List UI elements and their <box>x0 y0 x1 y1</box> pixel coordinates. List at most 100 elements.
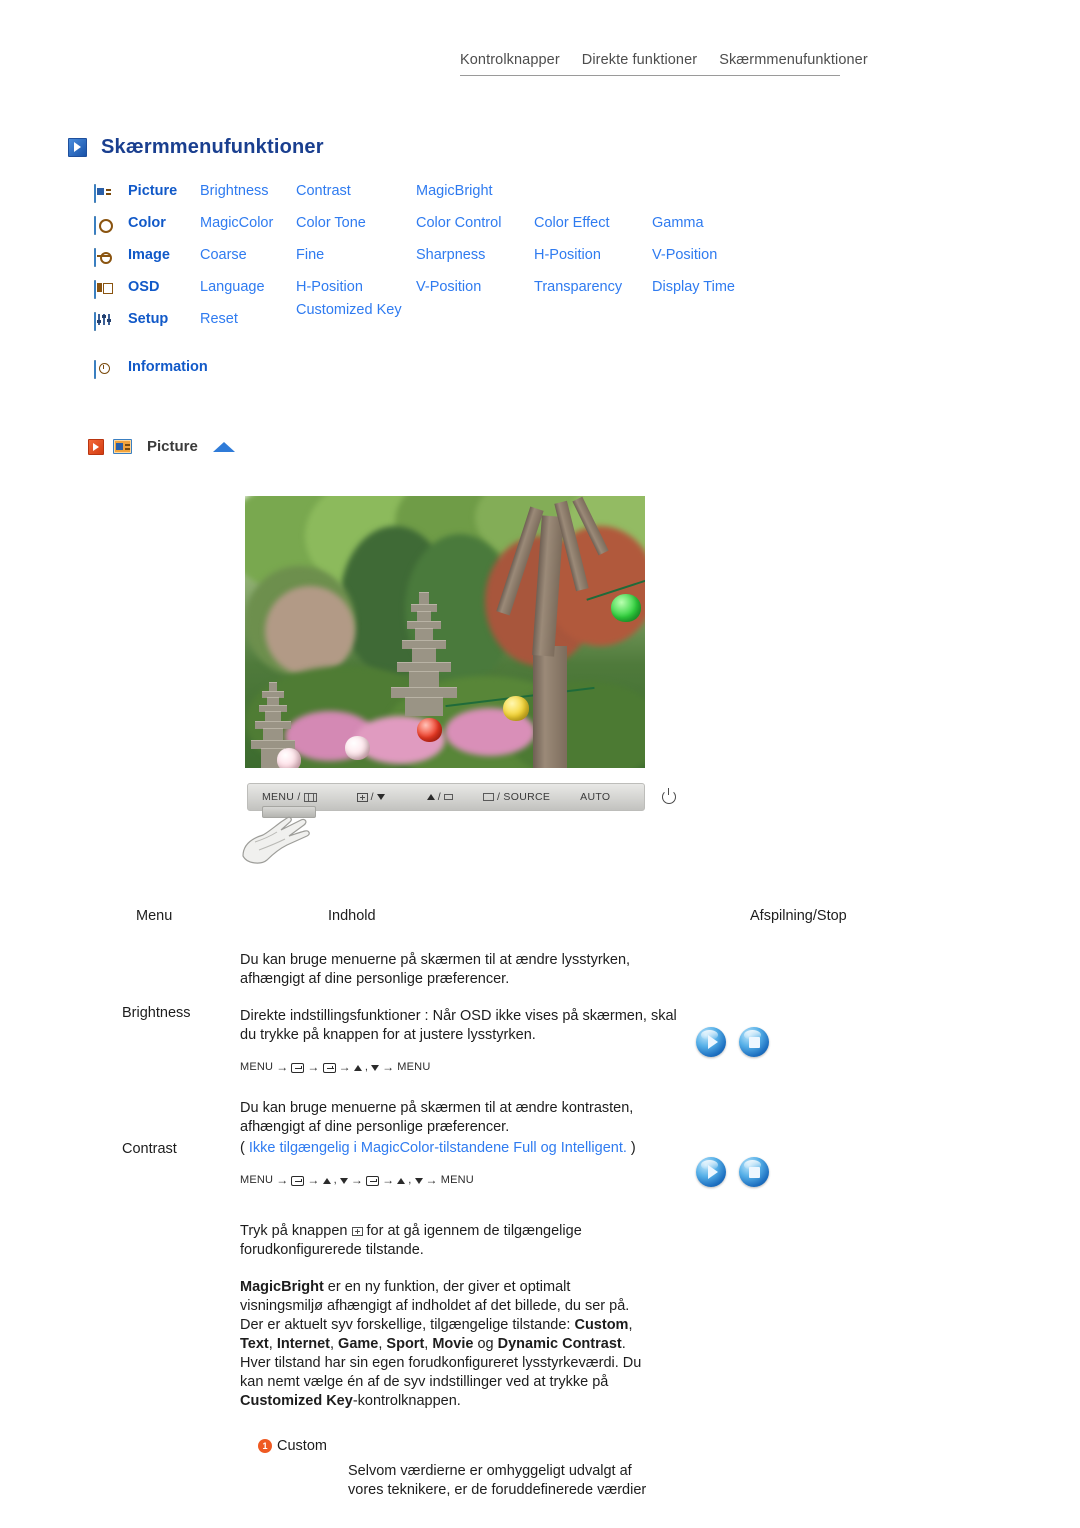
nav-item-skaermmenufunktioner[interactable]: Skærmmenufunktioner <box>719 52 868 68</box>
lantern-green <box>611 594 641 622</box>
menu-link-color-effect[interactable]: Color Effect <box>534 214 652 231</box>
contrast-play-stop-buttons <box>696 1099 836 1190</box>
image-icon <box>94 248 112 267</box>
color-icon-cell <box>94 214 128 235</box>
return-box-icon <box>483 793 494 801</box>
small-box-icon <box>444 794 453 800</box>
mode-custom: Custom <box>574 1317 629 1333</box>
hand-illustration <box>242 816 310 864</box>
menu-head-color[interactable]: Color <box>128 214 200 231</box>
brightness-play-stop-buttons <box>696 951 836 1077</box>
osd-icon-cell <box>94 278 128 299</box>
image-icon-cell <box>94 246 128 267</box>
menu-link-v-position-image[interactable]: V-Position <box>652 246 770 263</box>
setup-icon-cell <box>94 310 128 331</box>
menu-head-image[interactable]: Image <box>128 246 200 263</box>
stop-button[interactable] <box>739 1027 769 1057</box>
stop-button[interactable] <box>739 1157 769 1187</box>
red-arrow-icon <box>88 438 104 455</box>
play-button[interactable] <box>696 1157 726 1187</box>
picture-icon <box>94 184 111 203</box>
triangle-up-icon <box>322 1177 331 1184</box>
menu-head-osd[interactable]: OSD <box>128 278 200 295</box>
menu-head-setup[interactable]: Setup <box>128 310 200 327</box>
table-row-brightness: Brightness Du kan bruge menuerne på skær… <box>0 951 1080 1077</box>
brightness-paragraph-1: Du kan bruge menuerne på skærmen til at … <box>240 952 631 987</box>
menu-link-brightness[interactable]: Brightness <box>200 182 296 199</box>
menu-link-magiccolor[interactable]: MagicColor <box>200 214 296 231</box>
osd-icon <box>94 280 113 299</box>
power-button[interactable] <box>662 788 677 804</box>
picture-section-label: Picture <box>147 438 198 455</box>
menu-link-gamma[interactable]: Gamma <box>652 214 770 231</box>
power-icon <box>662 788 677 804</box>
menu-link-magicbright[interactable]: MagicBright <box>416 182 534 199</box>
brightness-paragraph-2: Direkte indstillingsfunktioner : Når OSD… <box>240 1008 677 1043</box>
menu-link-contrast[interactable]: Contrast <box>296 182 416 199</box>
information-icon <box>94 360 110 379</box>
menu-link-h-position-osd[interactable]: H-Position <box>296 278 416 295</box>
table-row-custom: 1 Custom Selvom værdierne er omhyggeligt … <box>0 1437 1080 1500</box>
blue-arrow-icon <box>68 138 87 157</box>
custom-label: Custom <box>277 1438 327 1454</box>
scroll-up-icon[interactable] <box>212 441 235 452</box>
row-body-magicbright: Tryk på knappen for at gå igennem de til… <box>240 1222 680 1411</box>
mode-dynamic-contrast: Dynamic Contrast <box>497 1336 622 1352</box>
custom-block: 1 Custom Selvom værdierne er omhyggeligt … <box>240 1437 680 1500</box>
picture-icon <box>113 439 132 454</box>
menu-link-transparency[interactable]: Transparency <box>534 278 652 295</box>
top-navigation: Kontrolknapper Direkte funktioner Skærmm… <box>0 52 1080 76</box>
table-header-row: Menu Indhold Afspilning/Stop <box>0 908 1080 924</box>
menu-row-picture: Picture Brightness Contrast MagicBright <box>94 182 770 214</box>
menu-link-reset[interactable]: Reset <box>200 310 296 327</box>
triangle-down-icon <box>371 1064 380 1071</box>
menu-link-display-time[interactable]: Display Time <box>652 278 770 295</box>
mode-text: Text <box>240 1336 269 1352</box>
nav-item-direkte-funktioner[interactable]: Direkte funktioner <box>582 52 697 68</box>
nav-item-kontrolknapper[interactable]: Kontrolknapper <box>460 52 560 68</box>
column-header-menu: Menu <box>136 908 173 924</box>
column-header-indhold: Indhold <box>328 908 376 924</box>
menu-link-v-position-osd[interactable]: V-Position <box>416 278 534 295</box>
auto-button[interactable]: AUTO <box>580 791 610 803</box>
play-button[interactable] <box>696 1027 726 1057</box>
menu-link-coarse[interactable]: Coarse <box>200 246 296 263</box>
page-title-row: Skærmmenufunktioner <box>68 136 324 159</box>
information-icon-cell <box>94 358 128 379</box>
menu-link-h-position-image[interactable]: H-Position <box>534 246 652 263</box>
plus-box-icon <box>356 792 368 802</box>
osd-menu-matrix: Picture Brightness Contrast MagicBright … <box>94 182 770 390</box>
custom-description: Selvom værdierne er omhyggeligt udvalgt … <box>348 1463 647 1498</box>
enter-key-icon <box>322 1062 336 1073</box>
source-button[interactable]: / SOURCE <box>483 791 550 803</box>
up-adjust-button[interactable]: / <box>426 791 453 803</box>
magicbright-description: MagicBright er en ny funktion, der giver… <box>240 1279 642 1409</box>
magicbright-play-stop-placeholder <box>680 1222 820 1411</box>
lantern-red <box>417 718 442 742</box>
menu-head-picture[interactable]: Picture <box>128 182 200 199</box>
menu-link-language[interactable]: Language <box>200 278 296 295</box>
menu-row-image: Image Coarse Fine Sharpness H-Position V… <box>94 246 770 278</box>
enter-key-icon <box>291 1175 305 1186</box>
menu-link-color-control[interactable]: Color Control <box>416 214 534 231</box>
column-header-play-stop: Afspilning/Stop <box>750 908 847 924</box>
menu-link-fine[interactable]: Fine <box>296 246 416 263</box>
menu-link-sharpness[interactable]: Sharpness <box>416 246 534 263</box>
down-adjust-button[interactable]: / <box>356 791 385 803</box>
menu-head-information[interactable]: Information <box>128 358 268 375</box>
menu-link-customized-key[interactable]: Customized Key <box>296 301 416 318</box>
table-row-contrast: Contrast Du kan bruge menuerne på skærme… <box>0 1099 1080 1190</box>
menu-button[interactable]: MENU / <box>262 791 317 803</box>
monitor-sample-photo <box>245 496 645 768</box>
triangle-up-icon <box>397 1177 406 1184</box>
row-label-brightness: Brightness <box>122 1005 191 1021</box>
menu-row-color: Color MagicColor Color Tone Color Contro… <box>94 214 770 246</box>
row-label-contrast: Contrast <box>122 1141 177 1157</box>
enter-key-icon <box>291 1062 305 1073</box>
bars-icon <box>303 792 317 802</box>
contrast-key-sequence: MENU → →, → →, → MENU <box>240 1173 474 1187</box>
lantern-pink <box>277 748 301 768</box>
menu-link-color-tone[interactable]: Color Tone <box>296 214 416 231</box>
contrast-paragraph-1: Du kan bruge menuerne på skærmen til at … <box>240 1100 634 1135</box>
plus-box-icon <box>351 1226 363 1236</box>
